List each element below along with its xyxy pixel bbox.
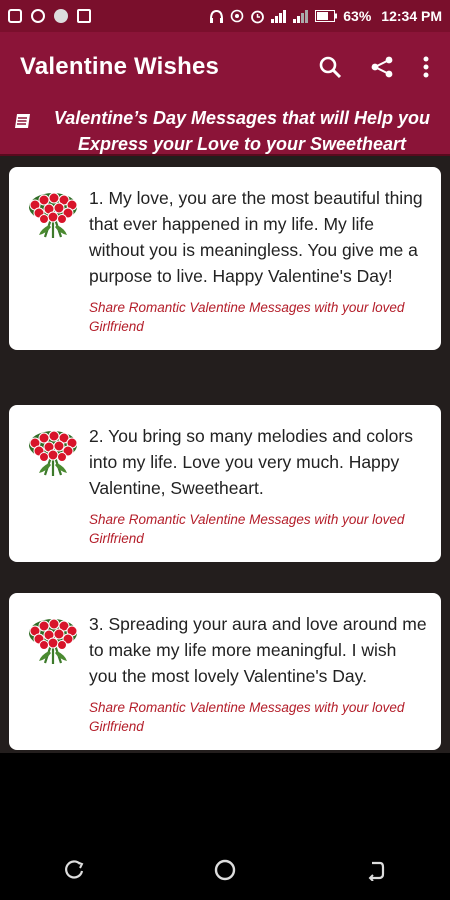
message-card[interactable]: 3. Spreading your aura and love around m…: [9, 593, 441, 750]
message-card[interactable]: 1. My love, you are the most beautiful t…: [9, 167, 441, 350]
rose-bouquet-icon: [27, 191, 79, 239]
share-link[interactable]: Share Romantic Valentine Messages with y…: [89, 510, 427, 548]
banner-title-line1: Valentine’s Day Messages that will Help …: [53, 108, 431, 128]
app-bar: Valentine Wishes: [0, 32, 450, 102]
hotspot-icon: [230, 9, 244, 23]
notification-icon: [77, 9, 91, 23]
status-bar: 63% 12:34 PM: [0, 0, 450, 32]
notification-icon: [8, 9, 22, 23]
search-icon[interactable]: [318, 55, 342, 79]
more-vert-icon[interactable]: [422, 55, 430, 79]
share-link[interactable]: Share Romantic Valentine Messages with y…: [89, 298, 427, 336]
app-title: Valentine Wishes: [20, 53, 220, 80]
recent-apps-icon[interactable]: [64, 859, 86, 881]
share-icon[interactable]: [370, 55, 394, 79]
message-text: 3. Spreading your aura and love around m…: [89, 614, 427, 686]
message-list[interactable]: 1. My love, you are the most beautiful t…: [0, 156, 450, 753]
notification-icon: [31, 9, 45, 23]
rose-bouquet-icon: [27, 429, 79, 477]
headphones-icon: [210, 9, 224, 23]
message-card[interactable]: 2. You bring so many melodies and colors…: [9, 405, 441, 562]
signal-icon: [271, 9, 287, 23]
share-link[interactable]: Share Romantic Valentine Messages with y…: [89, 698, 427, 736]
battery-level: 63%: [343, 8, 372, 24]
message-text: 2. You bring so many melodies and colors…: [89, 426, 413, 498]
alarm-icon: [251, 10, 265, 23]
rose-bouquet-icon: [27, 617, 79, 665]
system-nav-bar: [0, 840, 450, 900]
message-text: 1. My love, you are the most beautiful t…: [89, 188, 423, 286]
banner-title-line2: Express your Love to your Sweetheart: [77, 134, 407, 154]
notification-icon: [54, 9, 68, 23]
back-icon[interactable]: [364, 859, 386, 881]
header-banner: Valentine’s Day Messages that will Help …: [0, 102, 450, 156]
clock-time: 12:34 PM: [381, 8, 442, 24]
home-icon[interactable]: [213, 858, 237, 882]
signal-icon: [293, 9, 309, 23]
battery-icon: [315, 10, 338, 22]
list-icon: [15, 114, 30, 128]
